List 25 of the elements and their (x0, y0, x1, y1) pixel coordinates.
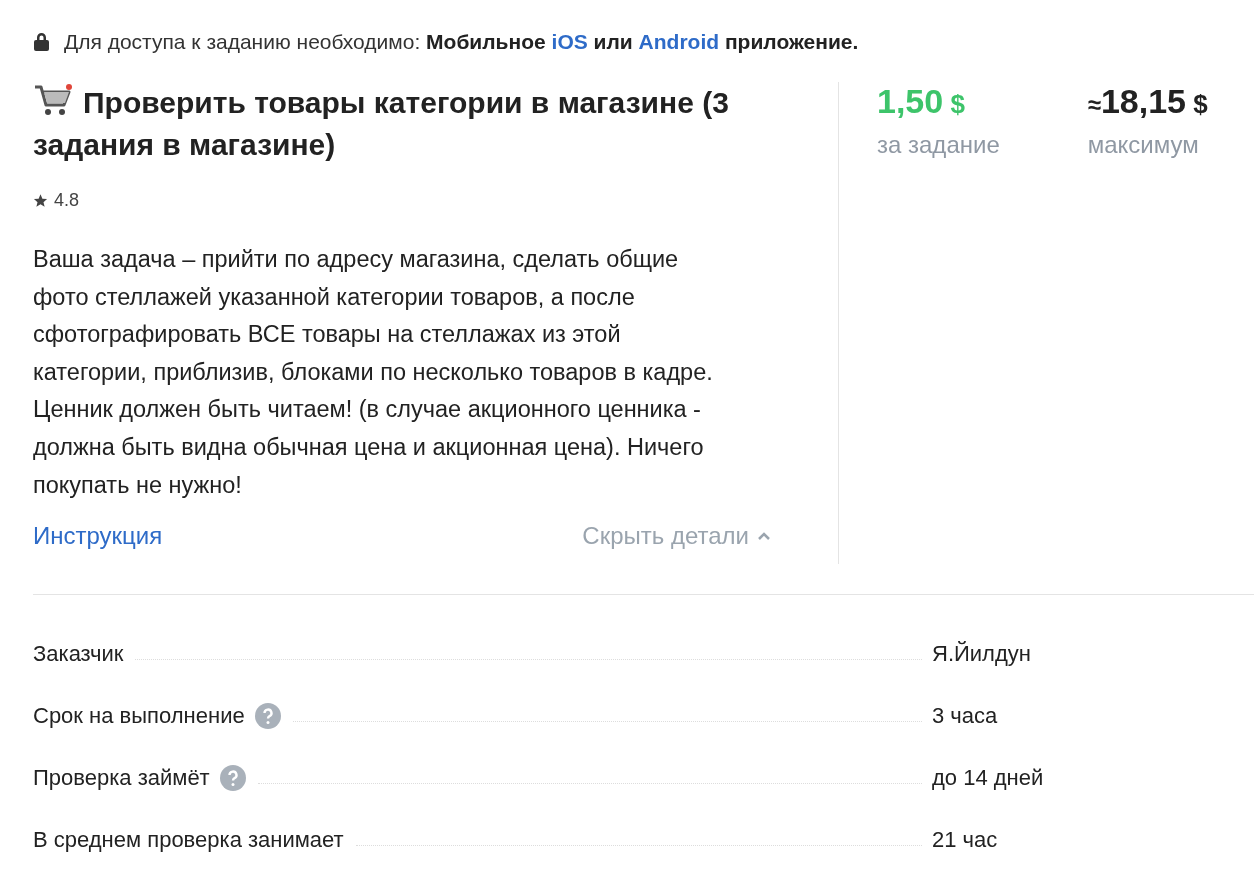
price-caption: максимум (1087, 131, 1200, 159)
rating-value: 4.8 (54, 190, 80, 211)
help-icon[interactable] (219, 765, 246, 792)
task-description: Ваша задача – прийти по адресу магазина, сделать общие фото стеллажей указанной категории товаров, а после сфотографировать ВСЕ товары на стеллажах из этой категории, приблизив, блоками по несколько товаров в кадре. Ценник должен быть читаем! (в случае акционного ценника - должна быть видна обычная цена и акционная цена). Ничего покупать не нужно! (33, 245, 714, 500)
detail-label: Срок на выполнение (33, 703, 245, 730)
detail-label: Заказчик (33, 641, 124, 668)
shopping-cart-icon (33, 83, 73, 117)
detail-label: Проверка займёт (33, 765, 210, 792)
help-icon[interactable] (254, 703, 281, 730)
task-title: Проверить товары категории в магазине (3 задания в магазине) (33, 82, 758, 166)
access-notice: Для доступа к заданию необходимо: Мобильное iOS или Android приложение. (64, 30, 859, 54)
star-icon (33, 193, 48, 208)
instruction-link[interactable]: Инструкция (33, 522, 163, 551)
detail-value: Я.Йилдун (932, 641, 1032, 668)
caret-icon (757, 531, 771, 542)
lock-icon (33, 32, 50, 52)
price-amount: ≈18,15 $ (1087, 82, 1208, 121)
platform-link[interactable]: iOS (551, 30, 588, 53)
detail-value: 21 час (932, 827, 999, 854)
detail-value: до 14 дней (932, 765, 1045, 792)
detail-label: В среднем проверка занимает (33, 827, 344, 854)
price-caption: за задание (877, 131, 1000, 159)
platform-link[interactable]: Android (638, 30, 720, 53)
price-amount: 1,50 $ (877, 82, 966, 121)
detail-value: 3 часа (932, 703, 999, 730)
